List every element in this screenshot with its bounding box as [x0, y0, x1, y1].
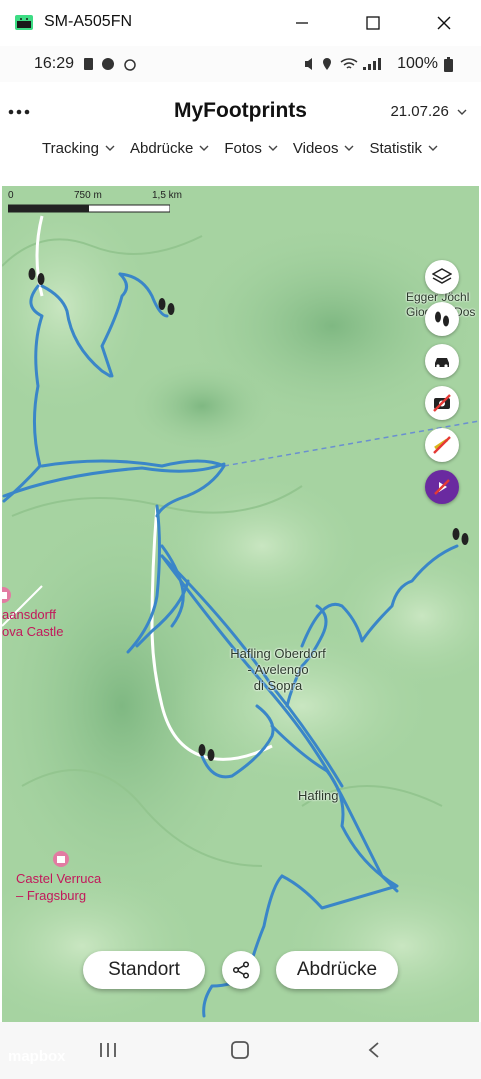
chevron-down-icon: [268, 145, 278, 151]
chevron-down-icon: [428, 145, 438, 151]
alarm-icon: [124, 59, 136, 71]
chevron-down-icon: [199, 145, 209, 151]
no-photo-icon: [433, 394, 451, 412]
layers-button[interactable]: [425, 260, 459, 294]
tab-label: Statistik: [369, 140, 422, 157]
home-icon: [231, 1041, 249, 1059]
minimize-button[interactable]: [282, 8, 322, 38]
scale-zero: 0: [8, 190, 14, 201]
tab-videos[interactable]: Videos: [293, 140, 356, 157]
signal-icon: [363, 58, 382, 70]
chevron-down-icon: [105, 145, 115, 151]
no-route-icon: [433, 436, 451, 454]
standort-button[interactable]: Standort: [83, 951, 205, 989]
tab-label: Abdrücke: [129, 140, 194, 157]
footprints-toggle[interactable]: [425, 302, 459, 336]
wifi-icon: [340, 58, 358, 69]
tab-bar: Tracking Abdrücke Fotos Videos Statistik: [0, 140, 481, 157]
share-icon: [232, 961, 250, 979]
no-video-icon: [433, 478, 451, 496]
location-icon: [323, 58, 332, 70]
label-maansdorff: aansdorff ova Castle: [2, 607, 64, 639]
footprint-marker[interactable]: [156, 296, 178, 318]
tab-tracking[interactable]: Tracking: [42, 140, 116, 157]
android-app-icon: [15, 15, 33, 30]
date-selector[interactable]: 21.07.26: [390, 103, 467, 120]
back-icon: [368, 1042, 379, 1058]
date-value: 21.07.26: [390, 103, 449, 120]
scale-mid: 750 m: [74, 190, 102, 201]
video-toggle[interactable]: [425, 470, 459, 504]
mapbox-logo: mapbox: [8, 1048, 66, 1065]
maximize-button[interactable]: [353, 8, 393, 38]
message-icon: [102, 58, 114, 70]
tab-label: Fotos: [224, 140, 262, 157]
tab-fotos[interactable]: Fotos: [224, 140, 279, 157]
tab-label: Tracking: [42, 140, 99, 157]
status-left-icons: [84, 58, 136, 71]
minimize-icon: [296, 22, 308, 24]
status-right-icons: [305, 58, 382, 70]
map-view[interactable]: 0 750 m 1,5 km Hafling Oberdorf - Avelen…: [2, 186, 479, 1022]
status-time: 16:29: [34, 55, 75, 72]
tab-statistik[interactable]: Statistik: [369, 140, 439, 157]
back-button[interactable]: [354, 1036, 394, 1064]
window-titlebar: SM-A505FN: [0, 0, 481, 46]
label-hafling: Hafling: [298, 788, 339, 803]
footprint-marker[interactable]: [450, 526, 472, 548]
window-title: SM-A505FN: [44, 13, 133, 30]
app-bar: [0, 82, 481, 186]
castle-icon: [2, 587, 11, 603]
mute-icon: [305, 58, 313, 70]
label-castel-verruca: Castel Verruca – Fragsburg: [16, 871, 102, 903]
car-toggle[interactable]: [425, 344, 459, 378]
battery-text: 100%: [397, 55, 438, 72]
battery-icon: [444, 56, 453, 72]
close-button[interactable]: [424, 8, 464, 38]
abdruecke-button[interactable]: Abdrücke: [276, 951, 398, 989]
status-right: 100%: [303, 55, 453, 73]
castle-icon: [53, 851, 69, 867]
layers-icon: [432, 268, 452, 284]
chevron-down-icon: [457, 109, 467, 115]
photo-toggle[interactable]: [425, 386, 459, 420]
share-button[interactable]: [222, 951, 260, 989]
label-hafling-oberdorf: Hafling Oberdorf - Avelengo di Sopra: [230, 646, 326, 693]
scale-bar: [8, 204, 170, 213]
tab-label: Videos: [292, 140, 339, 157]
route-toggle[interactable]: [425, 428, 459, 462]
close-icon: [437, 16, 451, 30]
footprint-marker[interactable]: [26, 266, 48, 288]
car-icon: [435, 358, 449, 368]
chevron-down-icon: [344, 145, 354, 151]
scale-max: 1,5 km: [152, 190, 183, 201]
sim-icon: [84, 58, 93, 70]
tab-abdruecke[interactable]: Abdrücke: [130, 140, 210, 157]
footprint-marker[interactable]: [196, 742, 218, 764]
maximize-icon: [366, 16, 380, 30]
footprints-icon: [435, 311, 449, 327]
recents-button[interactable]: [88, 1036, 128, 1064]
recents-icon: [100, 1043, 116, 1057]
home-button[interactable]: [220, 1036, 260, 1064]
